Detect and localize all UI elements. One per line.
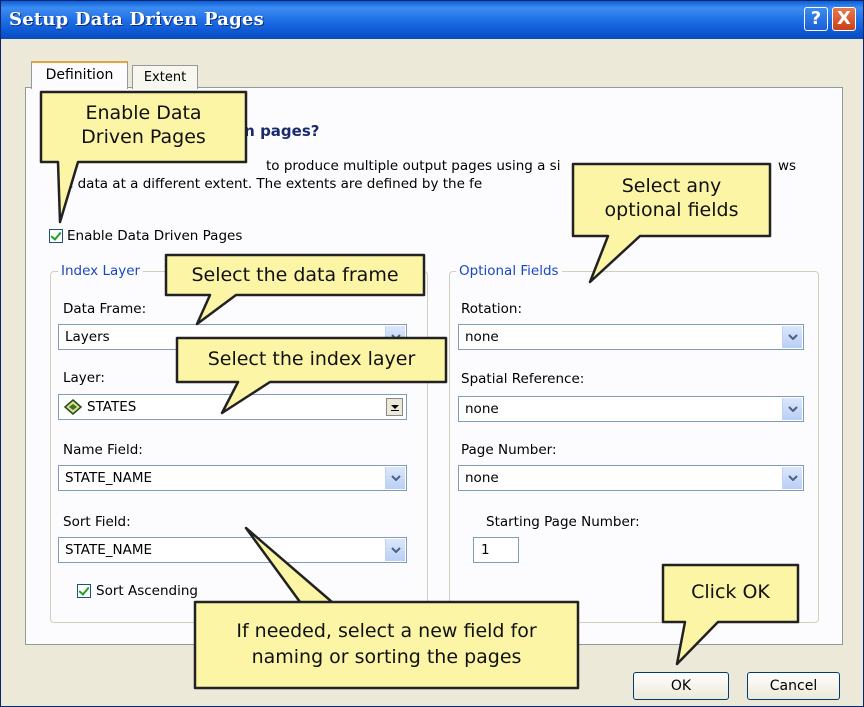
index-layer-legend: Index Layer	[58, 263, 144, 279]
window-title: Setup Data Driven Pages	[9, 9, 264, 30]
tab-extent[interactable]: Extent	[132, 65, 198, 89]
description-line-1-end: ws	[778, 158, 797, 174]
starting-page-number-value: 1	[481, 542, 490, 558]
callout-optional-line-2: optional fields	[604, 199, 739, 221]
chevron-down-icon[interactable]	[385, 467, 405, 489]
callout-enable-line-1: Enable Data	[85, 102, 202, 124]
callout-data-frame-text: Select the data frame	[191, 264, 399, 286]
sort-field-value: STATE_NAME	[65, 542, 152, 558]
page-number-value: none	[465, 470, 499, 486]
chevron-down-icon[interactable]	[782, 326, 802, 348]
section-heading: en pages?	[234, 122, 320, 140]
starting-page-number-label: Starting Page Number:	[486, 514, 640, 530]
callout-new-field-line-1: If needed, select a new field for	[236, 620, 537, 642]
page-number-label: Page Number:	[461, 442, 557, 458]
spatial-reference-dropdown[interactable]: none	[458, 396, 804, 422]
data-frame-label: Data Frame:	[63, 301, 147, 317]
spatial-reference-label: Spatial Reference:	[461, 371, 585, 387]
callout-index-layer-text: Select the index layer	[207, 348, 416, 370]
rotation-value: none	[465, 329, 499, 345]
page-number-dropdown[interactable]: none	[458, 465, 804, 491]
enable-ddp-label[interactable]: Enable Data Driven Pages	[67, 228, 242, 244]
name-field-label: Name Field:	[63, 442, 143, 458]
spatial-reference-value: none	[465, 401, 499, 417]
name-field-dropdown[interactable]: STATE_NAME	[58, 465, 407, 491]
description-line-1: to produce multiple output pages using a…	[266, 158, 560, 174]
optional-fields-legend: Optional Fields	[456, 263, 562, 279]
sort-ascending-label[interactable]: Sort Ascending	[96, 583, 198, 599]
sort-field-dropdown[interactable]: STATE_NAME	[58, 537, 407, 563]
description-line-2: e data at a different extent. The extent…	[65, 176, 483, 192]
layer-label: Layer:	[63, 370, 105, 386]
chevron-down-icon[interactable]	[386, 398, 403, 416]
rotation-label: Rotation:	[461, 301, 523, 317]
callout-new-field-line-2: naming or sorting the pages	[251, 646, 522, 668]
ok-button[interactable]: OK	[633, 672, 729, 700]
chevron-down-icon[interactable]	[782, 467, 802, 489]
callout-optional-line-1: Select any	[621, 175, 722, 197]
rotation-dropdown[interactable]: none	[458, 324, 804, 350]
callout-click-ok-text: Click OK	[691, 581, 770, 603]
description-text-1: to produce multiple output pages using a…	[266, 158, 561, 174]
help-button[interactable]: ?	[804, 7, 828, 31]
layer-dropdown[interactable]: STATES	[58, 394, 407, 420]
data-frame-value: Layers	[65, 329, 110, 345]
layer-value: STATES	[87, 399, 137, 415]
sort-field-label: Sort Field:	[63, 514, 131, 530]
sort-ascending-checkbox[interactable]	[77, 584, 91, 598]
chevron-down-icon[interactable]	[782, 398, 802, 420]
enable-ddp-checkbox[interactable]	[49, 229, 63, 243]
cancel-button[interactable]: Cancel	[747, 672, 840, 700]
title-bar: Setup Data Driven Pages ? X	[1, 1, 863, 39]
close-button[interactable]: X	[832, 7, 856, 31]
chevron-down-icon[interactable]	[385, 326, 405, 348]
starting-page-number-input[interactable]: 1	[473, 537, 519, 563]
chevron-down-icon[interactable]	[385, 539, 405, 561]
name-field-value: STATE_NAME	[65, 470, 152, 486]
callout-enable-line-2: Driven Pages	[81, 126, 206, 148]
polygon-layer-icon	[63, 399, 83, 419]
tab-definition[interactable]: Definition	[31, 61, 128, 89]
